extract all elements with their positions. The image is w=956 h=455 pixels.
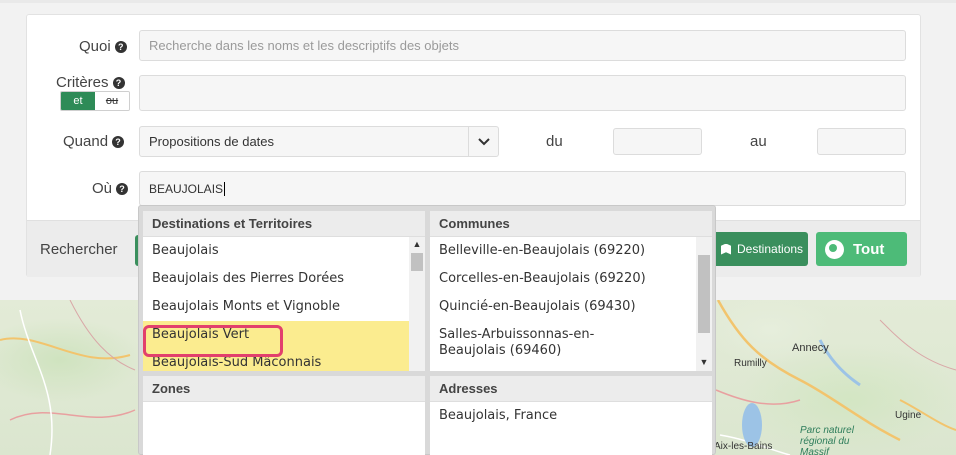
scrollbar-thumb[interactable] [411, 253, 423, 271]
scrollbar-thumb[interactable] [698, 255, 710, 333]
date-from-input[interactable] [613, 128, 702, 155]
destinations-button-label: Destinations [737, 242, 804, 256]
list-item[interactable]: Beaujolais des Pierres Dorées [143, 265, 425, 293]
ou-label: Où? [92, 180, 129, 197]
map-label-rumilly: Rumilly [734, 358, 767, 369]
adresses-header: Adresses [430, 376, 712, 402]
quoi-label-text: Quoi [79, 38, 111, 55]
list-item[interactable]: Quincié-en-Beaujolais (69430) [430, 293, 712, 321]
du-label: du [546, 133, 563, 150]
toggle-ou[interactable]: ou [95, 92, 129, 110]
help-icon[interactable]: ? [116, 183, 129, 195]
destinations-button[interactable]: Destinations [713, 232, 808, 266]
quand-select-value: Propositions de dates [149, 134, 275, 149]
criteres-label: Critères? [56, 74, 125, 91]
top-strip [0, 0, 956, 3]
criteres-label-text: Critères [56, 74, 109, 91]
tout-button-label: Tout [853, 240, 885, 258]
map-label-aix-les-bains: Aix-les-Bains [714, 441, 773, 452]
communes-list: Belleville-en-Beaujolais (69220) Corcell… [430, 237, 712, 365]
communes-section: Communes Belleville-en-Beaujolais (69220… [430, 211, 712, 371]
toggle-et[interactable]: et [61, 92, 95, 110]
adresses-section: Adresses Beaujolais, France [430, 376, 712, 455]
scroll-down-icon[interactable]: ▼ [696, 355, 712, 369]
help-icon[interactable]: ? [114, 41, 127, 53]
list-item[interactable]: Beaujolais [143, 237, 425, 265]
quand-label: Quand? [63, 133, 125, 150]
communes-header: Communes [430, 211, 712, 237]
quoi-label: Quoi? [79, 38, 127, 55]
focus-highlight [143, 325, 283, 357]
text-cursor [224, 181, 226, 196]
quand-label-text: Quand [63, 133, 109, 150]
scroll-up-icon[interactable]: ▲ [409, 237, 425, 251]
list-item[interactable]: Belleville-en-Beaujolais (69220) [430, 237, 712, 265]
autocomplete-dropdown: Destinations et Territoires Beaujolais B… [138, 205, 716, 455]
zones-section: Zones [143, 376, 425, 455]
quoi-input[interactable]: Recherche dans les noms et les descripti… [139, 30, 906, 61]
destinations-section: Destinations et Territoires Beaujolais B… [143, 211, 425, 371]
map-label-annecy: Annecy [792, 342, 829, 354]
criteria-toggle[interactable]: et ou [60, 91, 130, 111]
ou-input-value: BEAUJOLAIS [149, 181, 224, 196]
destinations-scrollbar[interactable]: ▲ [409, 237, 425, 371]
quand-select[interactable]: Propositions de dates [139, 126, 499, 157]
tout-button[interactable]: Tout [816, 232, 907, 266]
date-to-input[interactable] [817, 128, 906, 155]
map-icon [721, 243, 731, 255]
au-label: au [750, 133, 767, 150]
ou-input[interactable]: BEAUJOLAIS [139, 171, 906, 206]
list-item[interactable]: Beaujolais Monts et Vignoble [143, 293, 425, 321]
list-item[interactable]: Beaujolais, France [430, 402, 712, 430]
zones-header: Zones [143, 376, 425, 402]
map-label-ugine: Ugine [895, 410, 922, 421]
help-icon[interactable]: ? [112, 77, 125, 89]
list-item[interactable]: Salles-Arbuissonnas-en-Beaujolais (69460… [430, 321, 680, 365]
chevron-down-icon[interactable] [468, 127, 498, 156]
map-label-parc: Parc naturel régional du Massif [800, 425, 854, 455]
criteres-input[interactable] [139, 75, 906, 111]
list-item[interactable]: Corcelles-en-Beaujolais (69220) [430, 265, 712, 293]
globe-icon [825, 239, 844, 259]
rechercher-label: Rechercher [40, 241, 118, 258]
communes-scrollbar[interactable]: ▼ [696, 237, 712, 371]
ou-label-text: Où [92, 180, 113, 197]
help-icon[interactable]: ? [112, 136, 125, 148]
destinations-header: Destinations et Territoires [143, 211, 425, 237]
